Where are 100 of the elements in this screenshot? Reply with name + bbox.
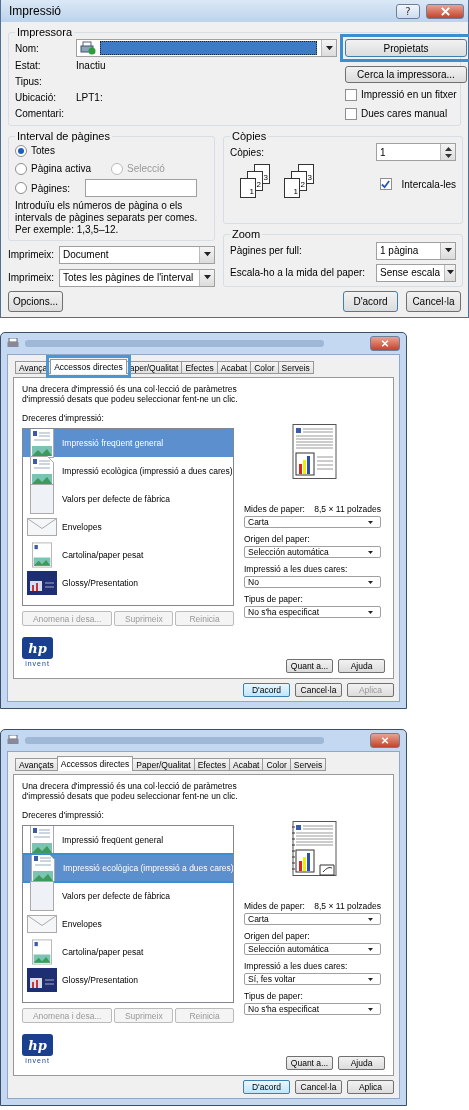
field-label: Escala-ho a la mida del paper: — [230, 267, 367, 278]
setting-dropdown[interactable]: No s'ha especificat — [244, 1003, 381, 1015]
presentation-slide-icon — [27, 968, 57, 992]
tab[interactable]: Serveis — [277, 361, 314, 374]
find-printer-button[interactable]: Cerca la impressora... — [345, 66, 467, 83]
dropdown-arrow-icon — [368, 520, 373, 524]
shortcut-item[interactable]: Cartolina/paper pesat — [23, 541, 233, 569]
copies-spinner[interactable]: 1 — [376, 143, 456, 161]
close-button[interactable] — [370, 336, 400, 351]
document-icon — [30, 826, 54, 855]
shortcut-item[interactable]: Glossy/Presentation — [23, 966, 233, 994]
printer-dropdown[interactable] — [76, 39, 337, 57]
blank-page-icon — [30, 881, 54, 911]
shortcut-item[interactable]: Impressió freqüent general — [23, 826, 233, 854]
apply-button[interactable]: Aplica — [347, 1080, 394, 1094]
dropdown-arrow-icon — [368, 947, 373, 951]
description-text: Una drecera d'impressió és una col·lecció de paràmetres d'impressió desats que podeu seleccionar fent-ne un clic. — [22, 384, 239, 404]
ok-button[interactable]: D'acord — [243, 1080, 290, 1094]
setting-label: Mides de paper: — [244, 503, 305, 514]
paper-size-reading: 8,5 × 11 polzades — [314, 900, 381, 911]
dropdown-arrow-icon — [325, 45, 333, 51]
checkbox[interactable] — [345, 88, 357, 101]
checkbox[interactable] — [345, 107, 357, 120]
ok-button[interactable]: D'acord — [243, 683, 290, 697]
page-preview-drawing — [291, 424, 338, 479]
field-label: Nom: — [15, 42, 40, 54]
dropdown-arrow-icon — [368, 610, 373, 614]
close-icon — [381, 737, 389, 744]
radio-button[interactable] — [15, 162, 27, 175]
tab[interactable]: Color — [250, 361, 279, 374]
tab[interactable]: Color — [262, 758, 291, 771]
dropdown[interactable]: 1 pàgina — [376, 241, 456, 260]
document-icon — [30, 429, 54, 458]
help-button[interactable]: Ajuda — [338, 1056, 385, 1070]
shortcut-item[interactable]: Glossy/Presentation — [23, 569, 233, 597]
cancel-button[interactable]: Cancel·la — [406, 291, 461, 312]
help-button[interactable]: ? — [396, 3, 420, 19]
dropdown[interactable]: Totes les pàgines de l'interval — [59, 268, 215, 287]
setting-dropdown[interactable]: Selección automática — [244, 546, 381, 558]
setting-dropdown[interactable]: No s'ha especificat — [244, 606, 381, 618]
duplex-page-preview-drawing — [291, 821, 338, 876]
shortcut-item[interactable]: Envelopes — [23, 513, 233, 541]
tab[interactable]: Efectes — [181, 361, 218, 374]
cancel-button[interactable]: Cancel·la — [295, 683, 342, 697]
setting-label: Tipus de paper: — [244, 593, 303, 604]
envelope-icon — [27, 915, 57, 933]
group-label: Zoom — [231, 228, 262, 240]
field-label: Comentari: — [15, 108, 65, 119]
pages-input-field[interactable] — [85, 179, 197, 197]
ok-button[interactable]: D'acord — [343, 291, 398, 312]
duplex-document-icon — [30, 456, 54, 486]
duplex-document-icon — [31, 853, 55, 883]
radio-button[interactable] — [15, 182, 27, 194]
about-button[interactable]: Quant a... — [286, 659, 333, 673]
shortcut-item[interactable]: Valors per defecte de fàbrica — [23, 485, 233, 513]
cancel-button[interactable]: Cancel·la — [295, 1080, 342, 1094]
dropdown-arrow-icon — [203, 252, 211, 257]
printer-icon — [7, 338, 19, 349]
dropdown-arrow-icon — [368, 580, 373, 584]
tab[interactable]: Avançats — [15, 758, 58, 771]
dropdown[interactable]: Document — [59, 245, 215, 264]
field-label: Còpies: — [230, 146, 265, 158]
dropdown-arrow-icon — [368, 917, 373, 921]
setting-dropdown[interactable]: Selección automática — [244, 943, 381, 955]
setting-label: Origen del paper: — [244, 930, 310, 941]
close-icon — [381, 340, 389, 347]
shortcut-item[interactable]: Envelopes — [23, 910, 233, 938]
checkbox-label: Dues cares manual — [361, 108, 448, 119]
spinner-arrows-icon — [444, 146, 452, 158]
about-button[interactable]: Quant a... — [286, 1056, 333, 1070]
logo-mark: hp — [22, 1034, 53, 1056]
setting-dropdown[interactable]: No — [244, 576, 381, 588]
properties-button[interactable]: Propietats — [345, 39, 467, 57]
setting-dropdown[interactable]: Carta — [244, 913, 381, 925]
field-label: Imprimeix: — [8, 249, 56, 260]
help-button[interactable]: Ajuda — [338, 659, 385, 673]
setting-dropdown[interactable]: Carta — [244, 516, 381, 528]
setting-dropdown[interactable]: Sí, fes voltar — [244, 973, 381, 985]
tab[interactable]: Paper/Qualitat — [132, 758, 195, 771]
setting-label: Impressió a les dues cares: — [244, 563, 348, 574]
setting-label: Mides de paper: — [244, 900, 305, 911]
tab[interactable]: Accessos directes — [56, 756, 134, 771]
dropdown-arrow-icon — [368, 1007, 373, 1011]
shortcut-item[interactable]: Valors per defecte de fàbrica — [23, 882, 233, 910]
tab[interactable]: Serveis — [289, 758, 327, 771]
checkbox[interactable] — [379, 178, 392, 190]
close-button[interactable] — [426, 3, 464, 19]
shortcut-item[interactable]: Cartolina/paper pesat — [23, 938, 233, 966]
close-button[interactable] — [370, 733, 400, 748]
group-label: Interval de pàgines — [16, 130, 111, 142]
dropdown[interactable]: Sense escala — [376, 263, 456, 282]
radio-button[interactable] — [15, 144, 27, 157]
field-label: Pàgines per full: — [230, 245, 303, 256]
envelope-icon — [27, 518, 57, 536]
tab[interactable]: Acabat — [229, 758, 264, 771]
shortcut-item[interactable]: Impressió ecològica (impressió a dues cares) — [23, 457, 233, 485]
checkbox-label: Intercala-les — [401, 178, 456, 190]
options-button[interactable]: Opcions... — [8, 291, 63, 312]
paper-size-reading: 8,5 × 11 polzades — [314, 503, 381, 514]
dropdown-arrow-icon — [368, 977, 373, 981]
